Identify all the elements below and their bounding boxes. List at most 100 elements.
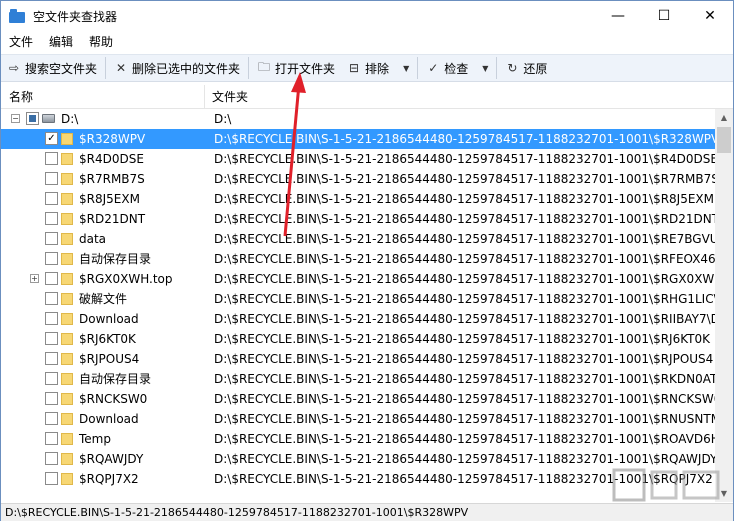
folder-name: $R4D0DSE: [79, 152, 144, 166]
folder-icon: [61, 373, 73, 385]
open-button-label: 打开文件夹: [275, 61, 336, 76]
row-checkbox[interactable]: [45, 232, 58, 245]
window-title: 空文件夹查找器: [33, 9, 118, 24]
row-checkbox[interactable]: [45, 432, 58, 445]
menu-help[interactable]: 帮助: [81, 31, 121, 53]
folder-name: $R328WPV: [79, 132, 146, 146]
folder-icon: [61, 193, 73, 205]
row-checkbox[interactable]: [45, 192, 58, 205]
minimize-button[interactable]: —: [595, 1, 641, 31]
folder-path: D:\$RECYCLE.BIN\S-1-5-21-2186544480-1259…: [214, 372, 715, 386]
menu-edit[interactable]: 编辑: [41, 31, 81, 53]
root-path: D:\: [214, 112, 232, 126]
folder-name: $RNCKSW0: [79, 392, 148, 406]
folder-name: $R8J5EXM: [79, 192, 140, 206]
folder-icon: [61, 453, 73, 465]
tree-row[interactable]: $RNCKSW0 D:\$RECYCLE.BIN\S-1-5-21-2186544…: [1, 389, 715, 409]
folder-path: D:\$RECYCLE.BIN\S-1-5-21-2186544480-1259…: [214, 412, 715, 426]
tree-row[interactable]: $R8J5EXM D:\$RECYCLE.BIN\S-1-5-21-2186544…: [1, 189, 715, 209]
tree-root-row[interactable]: − D:\ D:\: [1, 109, 715, 129]
folder-path: D:\$RECYCLE.BIN\S-1-5-21-2186544480-1259…: [214, 252, 715, 266]
row-checkbox[interactable]: [45, 252, 58, 265]
row-checkbox[interactable]: [45, 272, 58, 285]
chevron-down-icon[interactable]: ▼: [403, 64, 409, 73]
scrollbar-thumb[interactable]: [717, 127, 731, 153]
tree-row[interactable]: Temp D:\$RECYCLE.BIN\S-1-5-21-2186544480-…: [1, 429, 715, 449]
folder-icon: [61, 333, 73, 345]
row-checkbox[interactable]: [45, 152, 58, 165]
folder-icon: [61, 293, 73, 305]
tree-row[interactable]: Download D:\$RECYCLE.BIN\S-1-5-21-2186544…: [1, 409, 715, 429]
expand-toggle-icon[interactable]: +: [30, 274, 39, 283]
menu-bar: 文件 编辑 帮助: [1, 31, 733, 53]
exclude-button[interactable]: ⊟ 排除 ▼: [341, 56, 415, 80]
menu-file[interactable]: 文件: [1, 31, 41, 53]
folder-path: D:\$RECYCLE.BIN\S-1-5-21-2186544480-1259…: [214, 172, 715, 186]
tree-row[interactable]: data D:\$RECYCLE.BIN\S-1-5-21-2186544480-…: [1, 229, 715, 249]
folder-path: D:\$RECYCLE.BIN\S-1-5-21-2186544480-1259…: [214, 352, 714, 366]
title-bar[interactable]: 空文件夹查找器 — ☐ ✕: [1, 1, 733, 31]
folder-name: 破解文件: [79, 292, 128, 306]
row-checkbox[interactable]: [45, 372, 58, 385]
row-checkbox[interactable]: [45, 452, 58, 465]
arrow-right-icon: ⇨: [8, 61, 20, 75]
row-checkbox[interactable]: ✓: [45, 132, 58, 145]
vertical-scrollbar[interactable]: ▲ ▼: [715, 109, 733, 502]
refresh-icon: ↻: [507, 61, 518, 75]
scroll-up-icon[interactable]: ▲: [715, 109, 733, 126]
folder-name: Temp: [79, 432, 111, 446]
folder-path: D:\$RECYCLE.BIN\S-1-5-21-2186544480-1259…: [214, 292, 715, 306]
chevron-down-icon[interactable]: ▼: [482, 64, 488, 73]
check-button[interactable]: ✓ 检查 ▼: [420, 56, 494, 80]
search-empty-folders-button[interactable]: ⇨ 搜索空文件夹: [1, 56, 103, 80]
row-checkbox[interactable]: [45, 312, 58, 325]
tree-row[interactable]: 自动保存目录 D:\$RECYCLE.BIN\S-1-5-21-218654448…: [1, 369, 715, 389]
delete-selected-button[interactable]: ✕ 删除已选中的文件夹: [108, 56, 246, 80]
row-checkbox[interactable]: [45, 212, 58, 225]
folder-icon: [61, 473, 73, 485]
folder-path: D:\$RECYCLE.BIN\S-1-5-21-2186544480-1259…: [214, 272, 715, 286]
folder-name: $RQAWJDY: [79, 452, 144, 466]
folder-open-icon: 🗀: [258, 59, 271, 74]
restore-button-label: 还原: [523, 61, 548, 76]
tree-row[interactable]: $RJ6KT0K D:\$RECYCLE.BIN\S-1-5-21-2186544…: [1, 329, 715, 349]
row-checkbox[interactable]: [45, 412, 58, 425]
tree-row[interactable]: 自动保存目录 D:\$RECYCLE.BIN\S-1-5-21-218654448…: [1, 249, 715, 269]
folder-name: $RGX0XWH.top: [79, 272, 173, 286]
folder-icon: [61, 173, 73, 185]
open-folder-button[interactable]: 🗀 打开文件夹: [251, 56, 341, 80]
column-name-header[interactable]: 名称: [1, 84, 205, 109]
row-checkbox[interactable]: [45, 392, 58, 405]
tree-row[interactable]: ✓ $R328WPV D:\$RECYCLE.BIN\S-1-5-21-218654…: [1, 129, 715, 149]
tree-row[interactable]: $RJPOUS4 D:\$RECYCLE.BIN\S-1-5-21-2186544…: [1, 349, 715, 369]
folder-icon: [61, 233, 73, 245]
folder-icon: [61, 213, 73, 225]
row-checkbox[interactable]: [45, 332, 58, 345]
folder-name: Download: [79, 312, 139, 326]
watermark-mark: [682, 470, 720, 500]
folder-path: D:\$RECYCLE.BIN\S-1-5-21-2186544480-1259…: [214, 232, 715, 246]
folder-name: $RQPJ7X2: [79, 472, 139, 486]
collapse-toggle-icon[interactable]: −: [11, 114, 20, 123]
row-checkbox[interactable]: [45, 352, 58, 365]
tree-row[interactable]: + $RGX0XWH.top D:\$RECYCLE.BIN\S-1-5-21-21…: [1, 269, 715, 289]
maximize-button[interactable]: ☐: [641, 1, 687, 31]
folder-path: D:\$RECYCLE.BIN\S-1-5-21-2186544480-1259…: [214, 312, 715, 326]
folder-path: D:\$RECYCLE.BIN\S-1-5-21-2186544480-1259…: [214, 212, 715, 226]
tree-row[interactable]: $RD21DNT D:\$RECYCLE.BIN\S-1-5-21-2186544…: [1, 209, 715, 229]
row-checkbox[interactable]: [45, 292, 58, 305]
delete-button-label: 删除已选中的文件夹: [132, 61, 241, 76]
tree-row[interactable]: $RQAWJDY D:\$RECYCLE.BIN\S-1-5-21-2186544…: [1, 449, 715, 469]
tree-row[interactable]: $RQPJ7X2 D:\$RECYCLE.BIN\S-1-5-21-2186544…: [1, 469, 715, 489]
close-button[interactable]: ✕: [687, 1, 733, 31]
root-checkbox[interactable]: [26, 112, 39, 125]
tree-row[interactable]: $R7RMB7S D:\$RECYCLE.BIN\S-1-5-21-2186544…: [1, 169, 715, 189]
restore-button[interactable]: ↻ 还原: [499, 56, 553, 80]
tree-row[interactable]: Download D:\$RECYCLE.BIN\S-1-5-21-2186544…: [1, 309, 715, 329]
column-folder-header[interactable]: 文件夹: [205, 85, 248, 109]
tree-row[interactable]: $R4D0DSE D:\$RECYCLE.BIN\S-1-5-21-2186544…: [1, 149, 715, 169]
folder-icon: [61, 393, 73, 405]
tree-row[interactable]: 破解文件 D:\$RECYCLE.BIN\S-1-5-21-2186544480-…: [1, 289, 715, 309]
row-checkbox[interactable]: [45, 172, 58, 185]
row-checkbox[interactable]: [45, 472, 58, 485]
